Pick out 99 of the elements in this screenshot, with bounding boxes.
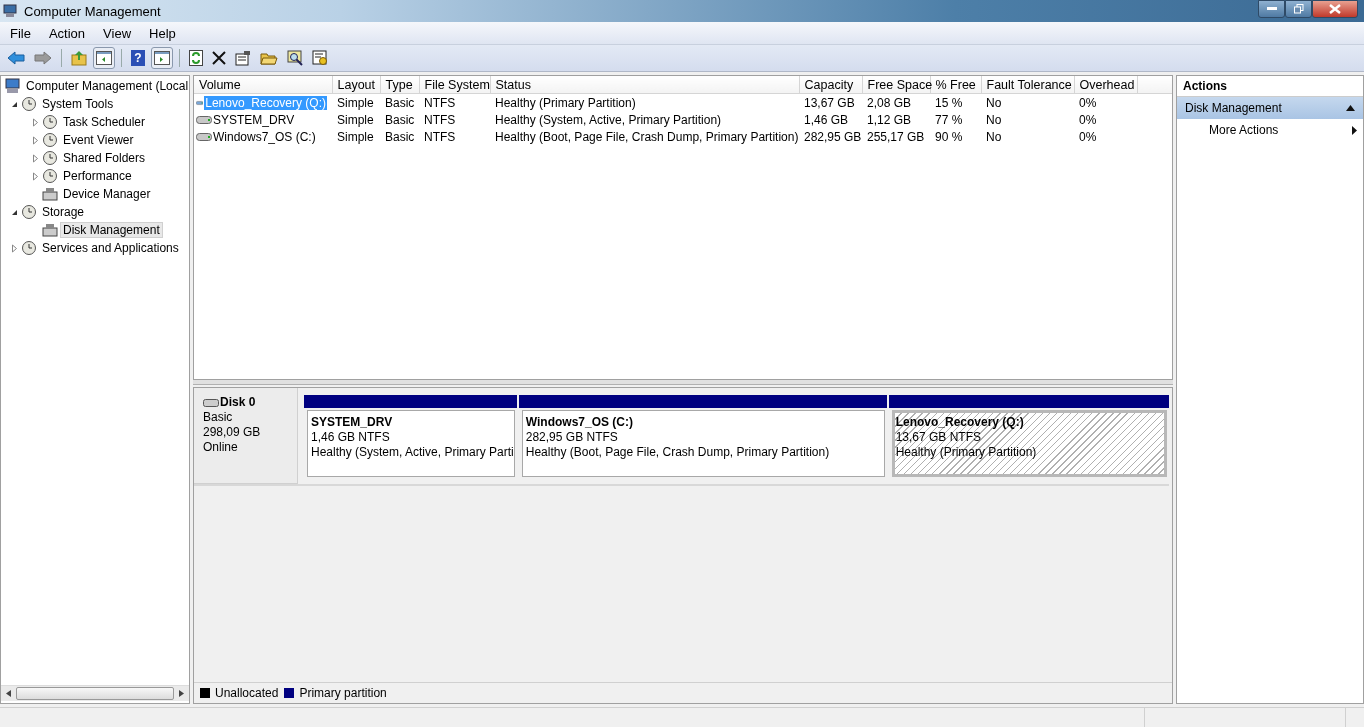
table-cell: Basic	[385, 112, 415, 127]
table-cell: 77 %	[935, 112, 963, 127]
disk-type: Basic	[203, 410, 234, 425]
column-header[interactable]: Volume	[194, 76, 332, 94]
volume-name[interactable]: SYSTEM_DRV	[213, 112, 295, 127]
table-cell: Simple	[337, 129, 374, 144]
menu-item[interactable]: Action	[38, 25, 94, 41]
column-header[interactable]: Free Space	[862, 76, 930, 94]
scroll-left-icon[interactable]	[6, 690, 11, 697]
table-cell: Healthy (System, Active, Primary Partition)	[495, 112, 722, 127]
help-button[interactable]: ?	[128, 47, 148, 69]
tree-item[interactable]: Services and Applications	[39, 240, 182, 256]
horizontal-scrollbar[interactable]	[1, 685, 189, 701]
window-title: Computer Management	[24, 3, 161, 19]
table-cell: No	[986, 112, 1002, 127]
tree-item[interactable]: Event Viewer	[60, 132, 137, 148]
partition-name: Windows7_OS (C:)	[525, 415, 634, 430]
drive-icon	[196, 132, 212, 141]
table-cell: 0%	[1079, 112, 1097, 127]
refresh-button[interactable]	[186, 47, 206, 69]
table-cell: 1,46 GB	[804, 112, 849, 127]
computer-icon	[5, 78, 21, 94]
disk-drive-icon	[42, 222, 58, 238]
submenu-arrow-icon	[1352, 125, 1357, 135]
disk-status: Online	[203, 440, 239, 455]
minimize-button[interactable]	[1258, 0, 1285, 18]
partition-size: 13,67 GB NTFS	[895, 430, 982, 445]
tree-item[interactable]: System Tools	[39, 96, 117, 112]
clock-icon	[42, 114, 58, 130]
table-cell: 255,17 GB	[867, 129, 925, 144]
partition-size: 1,46 GB NTFS	[311, 430, 391, 445]
table-cell: Basic	[385, 129, 415, 144]
table-cell: 0%	[1079, 95, 1097, 110]
table-cell: 2,08 GB	[867, 95, 912, 110]
column-header[interactable]: Layout	[332, 76, 380, 94]
column-header[interactable]: File System	[419, 76, 490, 94]
partition-status: Healthy (Boot, Page File, Crash Dump, Primary Partition)	[525, 445, 831, 460]
column-header[interactable]: Overhead	[1074, 76, 1137, 94]
menu-item[interactable]: View	[93, 25, 140, 41]
table-cell: NTFS	[424, 95, 456, 110]
drive-icon	[196, 98, 204, 107]
volume-name[interactable]: Windows7_OS (C:)	[213, 129, 316, 144]
partition-status: Healthy (System, Active, Primary Parti	[311, 445, 511, 460]
tree-item[interactable]: Performance	[60, 168, 135, 184]
column-header[interactable]: Capacity	[799, 76, 862, 94]
device-icon	[42, 186, 58, 202]
column-header[interactable]: Status	[490, 76, 799, 94]
table-cell: 90 %	[935, 129, 963, 144]
table-cell: 0%	[1079, 129, 1097, 144]
table-cell: 13,67 GB	[804, 95, 855, 110]
menu-item[interactable]: Help	[139, 25, 184, 41]
table-cell: 282,95 GB	[804, 129, 862, 144]
table-cell: Healthy (Boot, Page File, Crash Dump, Primary Partition)	[495, 129, 799, 144]
partition-size: 282,95 GB NTFS	[525, 430, 619, 445]
tree-item[interactable]: Storage	[39, 204, 88, 220]
legend-label: Unallocated	[215, 686, 279, 700]
table-cell: Simple	[337, 95, 374, 110]
table-cell: No	[986, 95, 1002, 110]
partition-status: Healthy (Primary Partition)	[895, 445, 1038, 460]
table-cell: NTFS	[424, 129, 456, 144]
legend-label: Primary partition	[299, 686, 387, 700]
partition-name: Lenovo_Recovery (Q:)	[895, 415, 1025, 430]
table-cell: No	[986, 129, 1002, 144]
disk-info-panel[interactable]: Disk 0 Basic 298,09 GB Online	[194, 388, 298, 484]
column-header[interactable]: Fault Tolerance	[981, 76, 1074, 94]
table-cell: NTFS	[424, 112, 456, 127]
actions-section-header[interactable]: Disk Management	[1177, 97, 1363, 119]
drive-icon	[196, 115, 212, 124]
table-cell: 1,12 GB	[867, 112, 912, 127]
partition-block[interactable]: Windows7_OS (C:) 282,95 GB NTFS Healthy (Boot, Page File, Crash Dump, Primary Partition)	[521, 410, 885, 477]
tree-item[interactable]: Computer Management (Local	[23, 78, 189, 94]
disk-name: Disk 0	[220, 395, 256, 410]
table-cell: Basic	[385, 95, 415, 110]
action-pane-button[interactable]	[151, 47, 173, 69]
action-link[interactable]: More Actions	[1209, 123, 1279, 137]
table-cell: Healthy (Primary Partition)	[495, 95, 636, 110]
disk-size: 298,09 GB	[203, 425, 262, 440]
table-cell: 15 %	[935, 95, 963, 110]
tree-item[interactable]: Shared Folders	[60, 150, 149, 166]
scroll-right-icon[interactable]	[179, 690, 184, 697]
tree-item[interactable]: Task Scheduler	[60, 114, 149, 130]
close-icon	[1329, 4, 1341, 14]
restore-icon	[1293, 4, 1304, 14]
console-tree-button[interactable]	[93, 47, 115, 69]
section-title: Disk Management	[1185, 101, 1282, 115]
disk-drive-icon	[203, 398, 219, 407]
computer-icon	[3, 3, 19, 19]
partition-block[interactable]: Lenovo_Recovery (Q:) 13,67 GB NTFS Healthy (Primary Partition)	[891, 410, 1167, 477]
minimize-icon	[1266, 7, 1277, 11]
partition-block[interactable]: SYSTEM_DRV 1,46 GB NTFS Healthy (System, Active, Primary Parti	[307, 410, 515, 477]
column-header[interactable]: Type	[380, 76, 419, 94]
tree-item[interactable]: Device Manager	[60, 186, 154, 202]
menu-item[interactable]: File	[0, 25, 39, 41]
partition-name: SYSTEM_DRV	[311, 415, 394, 430]
collapse-arrow-icon[interactable]	[1346, 105, 1355, 111]
restore-button[interactable]	[1285, 0, 1312, 18]
table-cell: Simple	[337, 112, 374, 127]
tree-item[interactable]: Disk Management	[60, 222, 163, 238]
close-button[interactable]	[1312, 0, 1358, 18]
